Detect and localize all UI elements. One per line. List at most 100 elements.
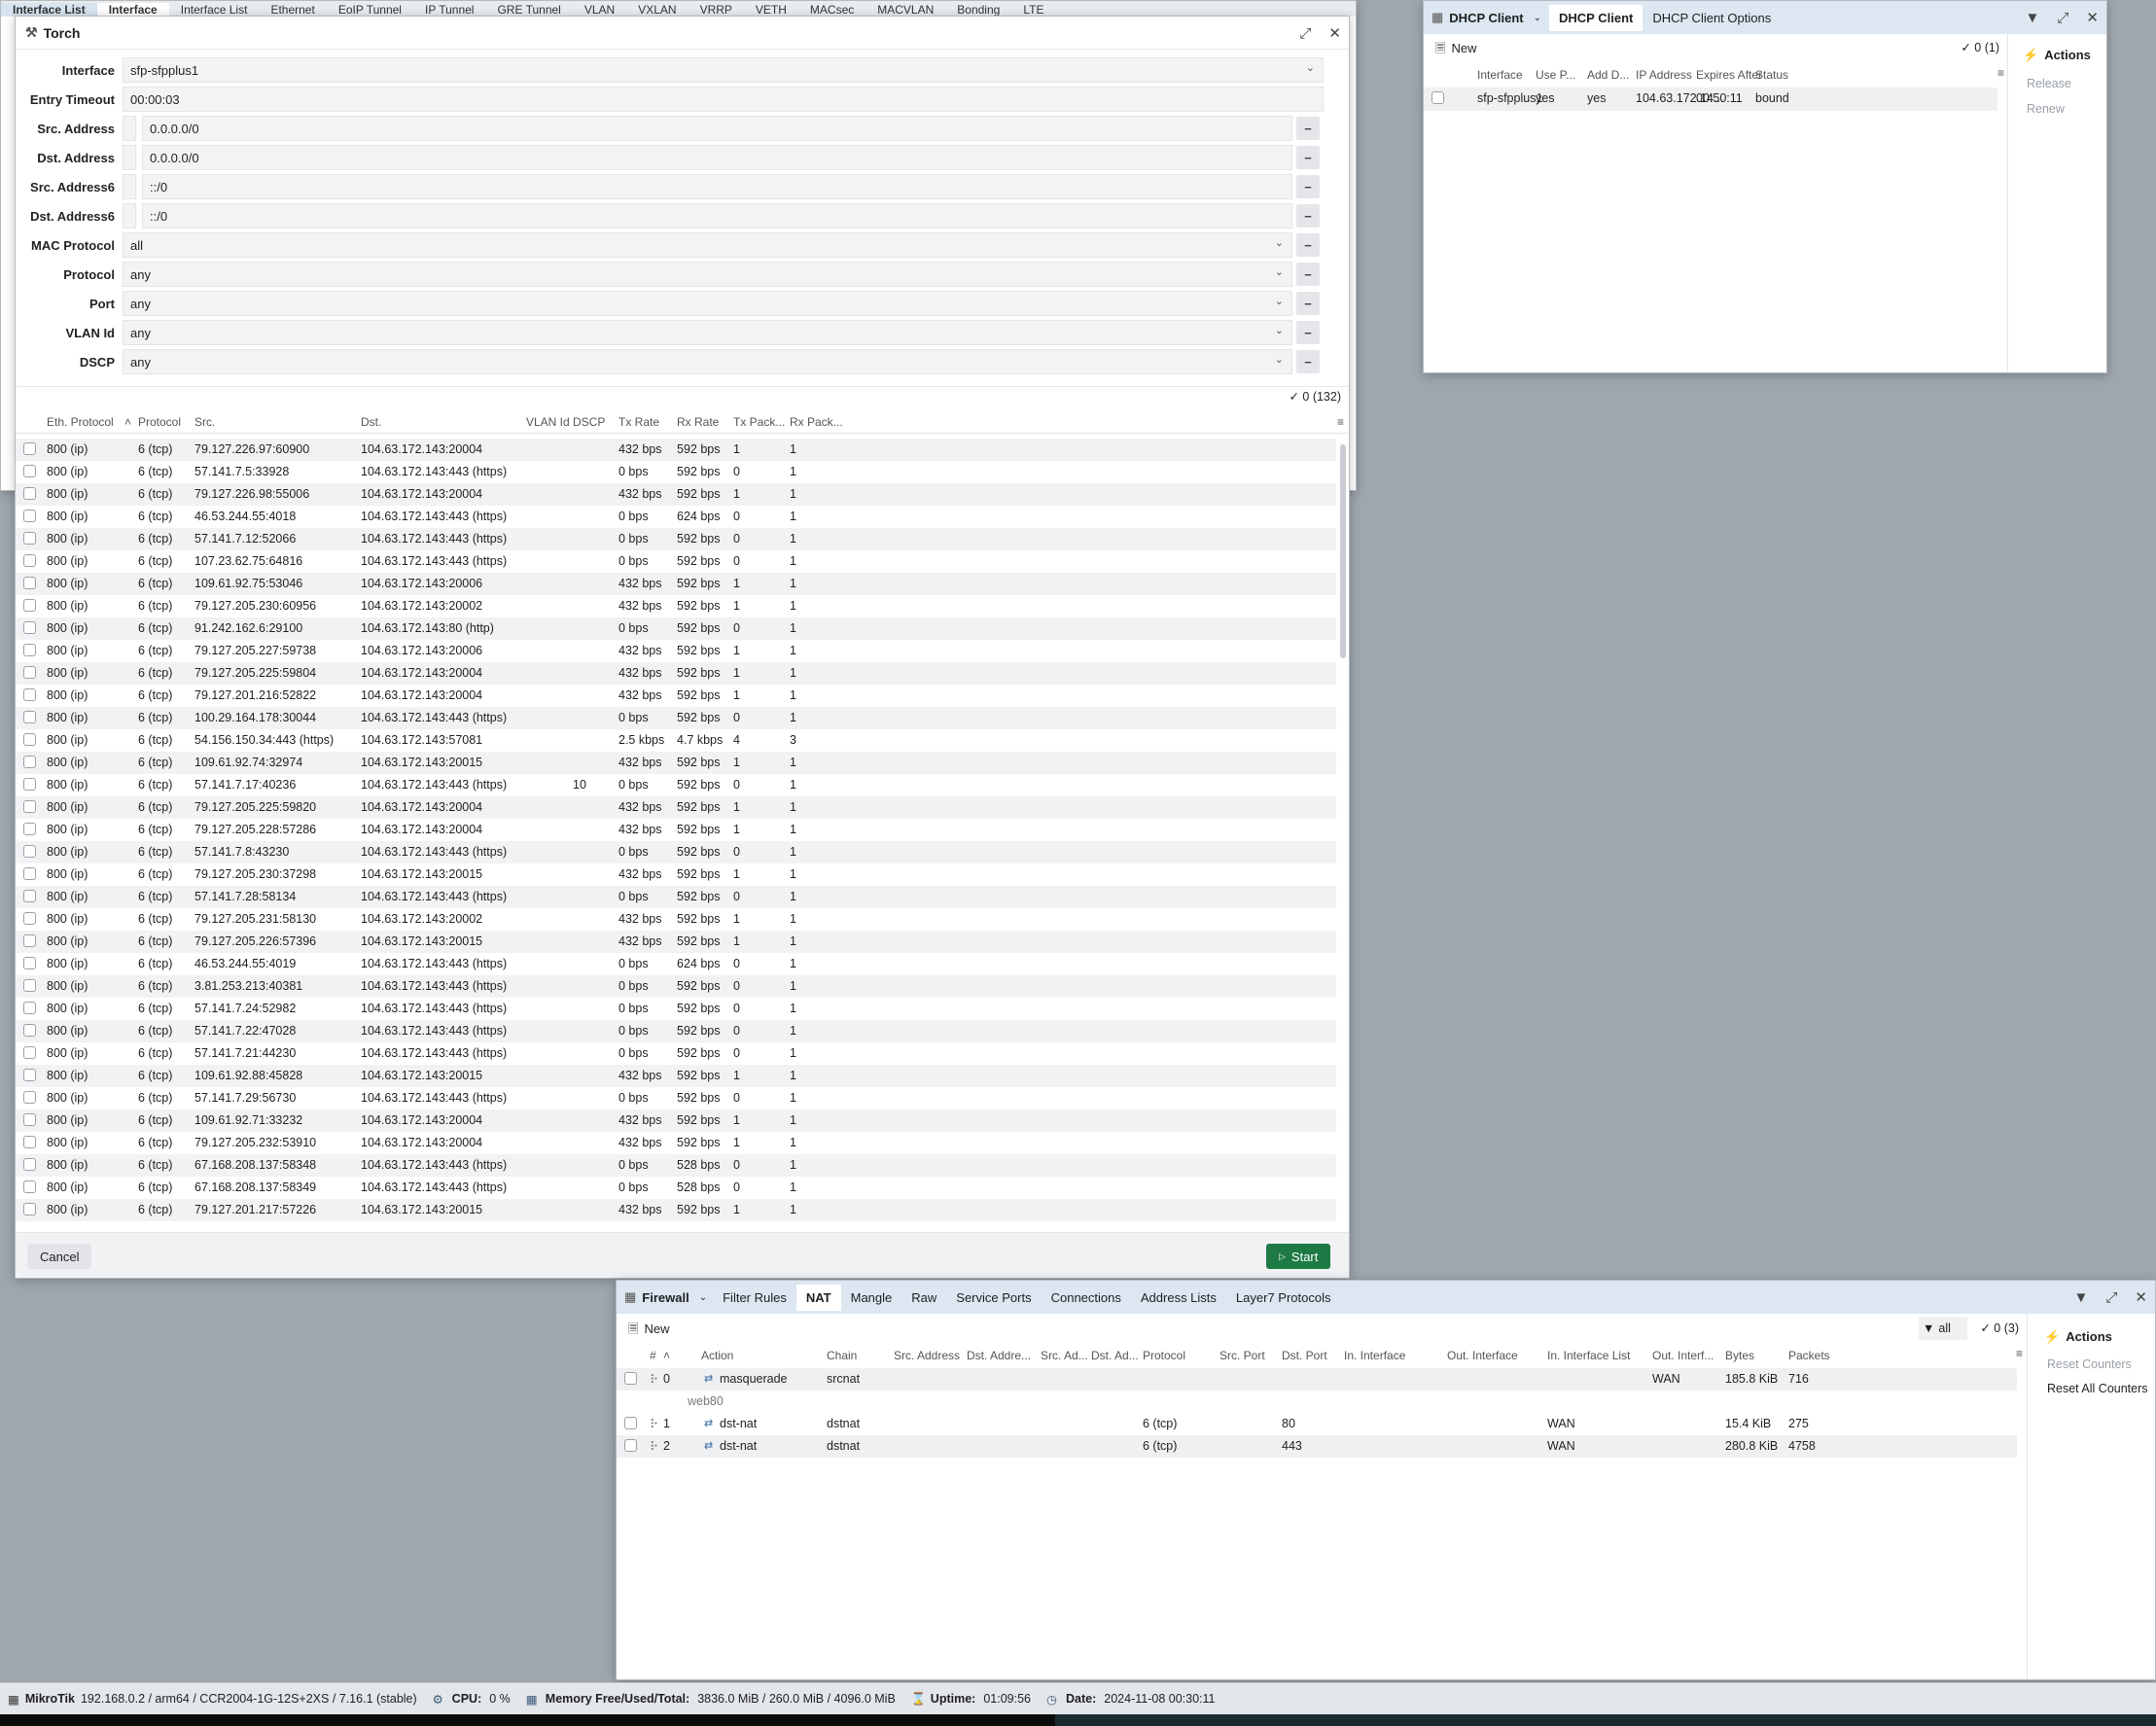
table-row[interactable]: ⠗ 2 dst-nat dstnat 6 (tcp) 443 WAN 280.8 KiB 475… bbox=[617, 1435, 2017, 1458]
drag-handle-icon[interactable]: ⠗ bbox=[650, 1439, 658, 1454]
table-row[interactable]: 800 (ip) 6 (tcp) 79.127.205.230:37298 104.6… bbox=[16, 863, 1336, 886]
row-checkbox[interactable] bbox=[23, 1024, 36, 1037]
column-header[interactable]: Tx Pack... bbox=[733, 415, 785, 429]
cancel-button[interactable]: Cancel bbox=[27, 1244, 92, 1269]
bg-tab[interactable]: Bonding bbox=[945, 3, 1011, 17]
filter-select[interactable]: ▼ all bbox=[1919, 1317, 1967, 1340]
bg-tab[interactable]: IP Tunnel bbox=[413, 3, 485, 17]
column-header[interactable]: DSCP bbox=[573, 415, 605, 429]
table-row[interactable]: 800 (ip) 6 (tcp) 57.141.7.12:52066 104.63.1… bbox=[16, 528, 1336, 550]
close-icon[interactable]: ✕ bbox=[1328, 24, 1341, 42]
row-checkbox[interactable] bbox=[23, 532, 36, 545]
tab-filter-rules[interactable]: Filter Rules bbox=[713, 1285, 796, 1311]
src-address-input[interactable]: 0.0.0.0/0 bbox=[142, 116, 1292, 141]
column-header[interactable]: Interface bbox=[1477, 68, 1523, 82]
table-row[interactable]: 800 (ip) 6 (tcp) 79.127.205.232:53910 104.6… bbox=[16, 1132, 1336, 1154]
column-header[interactable]: Src. Address bbox=[894, 1349, 960, 1362]
table-row[interactable]: 800 (ip) 6 (tcp) 109.61.92.71:33232 104.63.… bbox=[16, 1110, 1336, 1132]
row-checkbox[interactable] bbox=[23, 1069, 36, 1081]
table-row[interactable]: 800 (ip) 6 (tcp) 57.141.7.5:33928 104.63.17… bbox=[16, 461, 1336, 483]
row-checkbox[interactable] bbox=[23, 979, 36, 992]
table-row[interactable]: 800 (ip) 6 (tcp) 57.141.7.22:47028 104.63.1… bbox=[16, 1020, 1336, 1042]
bg-tab[interactable]: Interface List bbox=[1, 3, 97, 17]
column-header[interactable]: Src. Port bbox=[1219, 1349, 1265, 1362]
column-header[interactable]: # bbox=[650, 1349, 656, 1362]
bg-tab[interactable]: VLAN bbox=[573, 3, 626, 17]
interface-input[interactable]: sfp-sfpplus1 ⌄ bbox=[123, 57, 1324, 83]
row-checkbox[interactable] bbox=[23, 845, 36, 858]
tab-mangle[interactable]: Mangle bbox=[841, 1285, 902, 1311]
remove-button[interactable]: − bbox=[1296, 175, 1320, 198]
remove-button[interactable]: − bbox=[1296, 204, 1320, 228]
row-checkbox[interactable] bbox=[23, 487, 36, 500]
column-header[interactable]: In. Interface List bbox=[1547, 1349, 1630, 1362]
remove-button[interactable]: − bbox=[1296, 292, 1320, 315]
row-checkbox[interactable] bbox=[23, 442, 36, 455]
entry-timeout-input[interactable]: 00:00:03 bbox=[123, 87, 1324, 112]
column-header[interactable]: Rx Rate bbox=[677, 415, 719, 429]
row-checkbox[interactable] bbox=[23, 890, 36, 902]
row-checkbox[interactable] bbox=[1431, 91, 1444, 104]
dst-address-input[interactable]: 0.0.0.0/0 bbox=[142, 145, 1292, 170]
remove-button[interactable]: − bbox=[1296, 146, 1320, 169]
tab-dhcp-client-options[interactable]: DHCP Client Options bbox=[1643, 5, 1781, 31]
reset-all-counters-button[interactable]: Reset All Counters bbox=[2047, 1382, 2148, 1395]
table-row[interactable]: 800 (ip) 6 (tcp) 57.141.7.21:44230 104.63.1… bbox=[16, 1042, 1336, 1065]
new-button[interactable]: 🗏 New bbox=[628, 1321, 669, 1342]
column-header[interactable]: Chain bbox=[827, 1349, 857, 1362]
table-row[interactable]: 800 (ip) 6 (tcp) 79.127.205.228:57286 104.6… bbox=[16, 819, 1336, 841]
tab-dhcp-client[interactable]: DHCP Client bbox=[1549, 4, 1644, 31]
chevron-down-icon[interactable]: ⌄ bbox=[699, 1292, 707, 1303]
table-row[interactable]: 800 (ip) 6 (tcp) 67.168.208.137:58349 104.6… bbox=[16, 1177, 1336, 1199]
bg-tab[interactable]: MACsec bbox=[798, 3, 866, 17]
table-row[interactable]: 800 (ip) 6 (tcp) 79.127.205.227:59738 104.6… bbox=[16, 640, 1336, 662]
bg-tab[interactable]: Interface bbox=[96, 3, 169, 17]
close-icon[interactable]: ✕ bbox=[2135, 1288, 2147, 1306]
row-checkbox[interactable] bbox=[23, 465, 36, 477]
filter-icon[interactable]: ▼ bbox=[2074, 1289, 2089, 1306]
table-row[interactable]: sfp-sfpplus1 yes yes 104.63.172.14... 00:50:… bbox=[1424, 88, 1997, 111]
table-row[interactable]: 800 (ip) 6 (tcp) 79.127.226.97:60900 104.63… bbox=[16, 439, 1336, 461]
column-header[interactable]: Dst. Addre... bbox=[967, 1349, 1031, 1362]
maximize-icon[interactable]: ⤢ bbox=[2105, 1289, 2117, 1306]
table-row[interactable]: 800 (ip) 6 (tcp) 46.53.244.55:4019 104.63.1… bbox=[16, 953, 1336, 975]
remove-button[interactable]: − bbox=[1296, 233, 1320, 257]
table-row[interactable]: 800 (ip) 6 (tcp) 67.168.208.137:58348 104.6… bbox=[16, 1154, 1336, 1177]
table-row[interactable]: 800 (ip) 6 (tcp) 79.127.201.216:52822 104.6… bbox=[16, 685, 1336, 707]
column-header[interactable]: Action bbox=[701, 1349, 733, 1362]
table-row[interactable]: 800 (ip) 6 (tcp) 79.127.205.225:59820 104.6… bbox=[16, 796, 1336, 819]
table-row[interactable]: 800 (ip) 6 (tcp) 57.141.7.8:43230 104.63.17… bbox=[16, 841, 1336, 863]
bg-tab[interactable]: Interface List bbox=[169, 3, 260, 17]
tab-layer7-protocols[interactable]: Layer7 Protocols bbox=[1226, 1285, 1341, 1311]
row-checkbox[interactable] bbox=[23, 1002, 36, 1014]
row-checkbox[interactable] bbox=[23, 554, 36, 567]
column-menu-icon[interactable]: ≡ bbox=[1337, 415, 1344, 429]
vlan-id-input[interactable]: any ⌄ bbox=[123, 320, 1292, 345]
chevron-down-icon[interactable]: ⌄ bbox=[1534, 13, 1541, 23]
remove-button[interactable]: − bbox=[1296, 350, 1320, 373]
table-row[interactable]: 800 (ip) 6 (tcp) 46.53.244.55:4018 104.63.1… bbox=[16, 506, 1336, 528]
row-checkbox[interactable] bbox=[624, 1439, 637, 1452]
table-row[interactable]: 800 (ip) 6 (tcp) 79.127.205.231:58130 104.6… bbox=[16, 908, 1336, 931]
torch-scrollbar[interactable] bbox=[1340, 444, 1346, 658]
table-row[interactable]: 800 (ip) 6 (tcp) 3.81.253.213:40381 104.63.… bbox=[16, 975, 1336, 998]
bg-tab[interactable]: GRE Tunnel bbox=[485, 3, 572, 17]
column-header[interactable]: Eth. Protocol bbox=[47, 415, 114, 429]
remove-button[interactable]: − bbox=[1296, 321, 1320, 344]
row-checkbox[interactable] bbox=[23, 1136, 36, 1148]
row-checkbox[interactable] bbox=[23, 823, 36, 835]
tab-address-lists[interactable]: Address Lists bbox=[1131, 1285, 1226, 1311]
dscp-input[interactable]: any ⌄ bbox=[123, 349, 1292, 374]
row-checkbox[interactable] bbox=[23, 1158, 36, 1171]
filter-icon[interactable]: ▼ bbox=[2026, 10, 2040, 26]
row-checkbox[interactable] bbox=[23, 756, 36, 768]
bg-tab[interactable]: LTE bbox=[1011, 3, 1055, 17]
row-checkbox[interactable] bbox=[23, 800, 36, 813]
negate-toggle[interactable] bbox=[123, 145, 136, 170]
row-checkbox[interactable] bbox=[23, 957, 36, 969]
column-header[interactable]: Add D... bbox=[1587, 68, 1629, 82]
src-address6-input[interactable]: ::/0 bbox=[142, 174, 1292, 199]
column-header[interactable]: Dst. Port bbox=[1282, 1349, 1327, 1362]
tab-nat[interactable]: NAT bbox=[795, 1284, 841, 1311]
row-checkbox[interactable] bbox=[23, 577, 36, 589]
